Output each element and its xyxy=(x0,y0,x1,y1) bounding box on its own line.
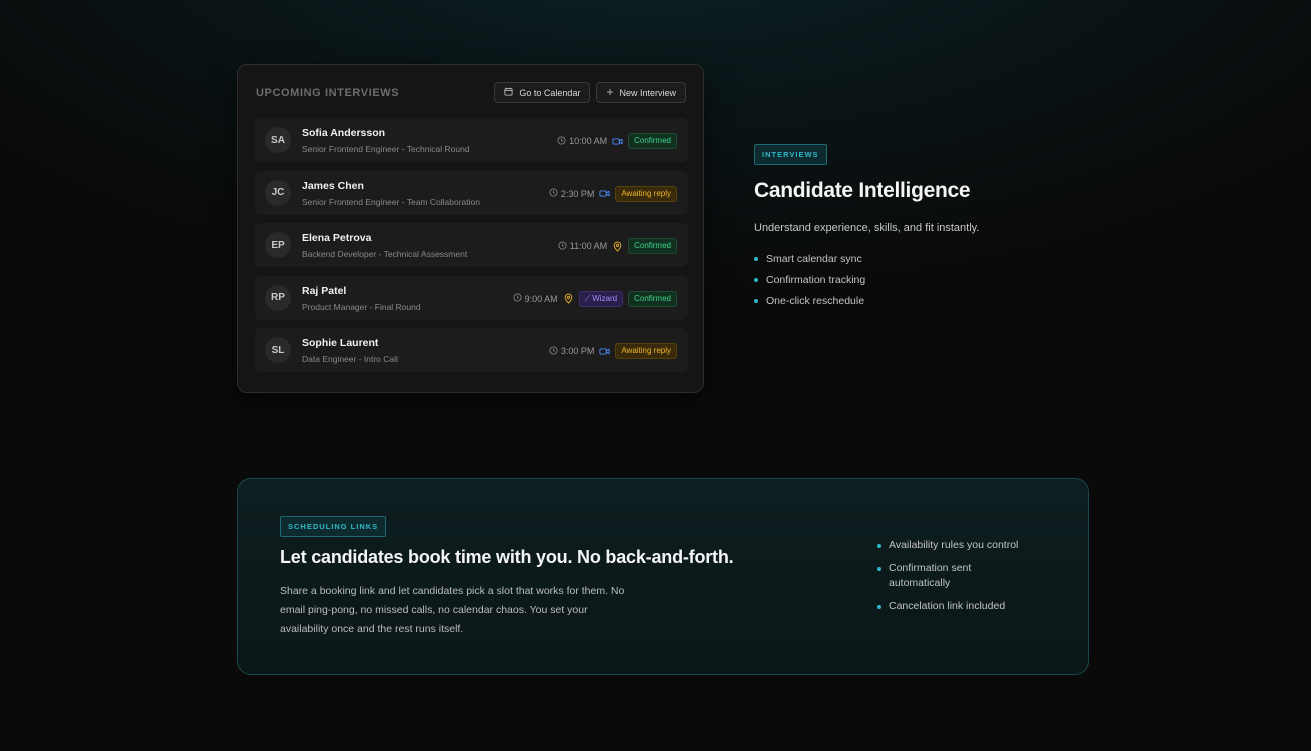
status-badge: Confirmed xyxy=(628,238,677,255)
time-label: 3:00 PM xyxy=(560,346,595,357)
wand-icon: ⟋ xyxy=(584,293,591,303)
status-badge: Confirmed xyxy=(628,290,677,307)
wizard-badge: ⟋ Wizard xyxy=(578,290,624,307)
avatar: JC xyxy=(265,179,291,206)
list-item: Cancelation link included xyxy=(877,599,1027,614)
interview-row[interactable]: SA Sofia Andersson Senior Frontend Engin… xyxy=(255,118,688,162)
interview-meta: 10:00 AM Confirmed xyxy=(557,133,677,149)
interview-meta: 2:30 PM Awaiting reply xyxy=(549,185,677,202)
bullet-dot-icon xyxy=(877,567,881,571)
scheduling-feature-list: Availability rules you control Confirmat… xyxy=(877,538,1027,622)
time-label: 11:00 AM xyxy=(569,241,608,252)
list-item: Confirmation tracking xyxy=(754,274,865,286)
status-badge: Confirmed xyxy=(628,133,677,149)
list-item-label: One-click reschedule xyxy=(766,295,865,307)
feature-list: Smart calendar sync Confirmation trackin… xyxy=(754,253,865,316)
avatar: SA xyxy=(265,127,291,153)
interview-time: 11:00 AM xyxy=(558,241,607,252)
time-label: 10:00 AM xyxy=(569,136,608,146)
time-label: 9:00 AM xyxy=(524,293,558,304)
list-item-label: Confirmation sent automatically xyxy=(889,562,972,589)
location-pin-icon xyxy=(612,241,623,252)
interview-meta: 11:00 AM Confirmed xyxy=(558,238,677,255)
avatar: SL xyxy=(265,337,291,364)
interview-time: 3:00 PM xyxy=(549,346,595,357)
interviews-tag: INTERVIEWS xyxy=(754,144,827,165)
wizard-label: Wizard xyxy=(592,293,618,303)
clock-icon xyxy=(549,346,558,357)
candidate-name: Sophie Laurent xyxy=(302,337,379,350)
new-interview-label: New Interview xyxy=(619,87,676,98)
interview-time: 2:30 PM xyxy=(549,188,595,199)
bullet-dot-icon xyxy=(754,257,758,261)
list-item-label: Availability rules you control xyxy=(889,539,1019,551)
page: UPCOMING INTERVIEWS Go to Calendar + New… xyxy=(0,0,1311,751)
scheduling-description: Share a booking link and let candidates … xyxy=(280,585,625,635)
go-to-calendar-label: Go to Calendar xyxy=(519,87,581,98)
calendar-icon xyxy=(504,87,513,98)
time-label: 2:30 PM xyxy=(560,188,595,199)
section-title: Candidate Intelligence xyxy=(754,179,971,202)
section-subtitle: Understand experience, skills, and fit i… xyxy=(754,222,980,234)
clock-icon xyxy=(549,188,558,199)
candidate-name: Raj Patel xyxy=(302,284,347,297)
plus-icon: + xyxy=(606,85,614,99)
interview-row[interactable]: JC James Chen Senior Frontend Engineer -… xyxy=(255,170,688,215)
video-icon xyxy=(599,346,610,357)
interview-meta: 9:00 AM ⟋ Wizard Confirmed xyxy=(513,290,677,307)
list-item-label: Cancelation link included xyxy=(889,600,1006,612)
card-actions: Go to Calendar + New Interview xyxy=(494,82,686,103)
go-to-calendar-button[interactable]: Go to Calendar xyxy=(494,82,591,103)
interview-list: SA Sofia Andersson Senior Frontend Engin… xyxy=(255,118,688,381)
card-title: UPCOMING INTERVIEWS xyxy=(256,87,400,99)
interview-row[interactable]: RP Raj Patel Product Manager - Final Rou… xyxy=(255,275,688,320)
list-item-label: Smart calendar sync xyxy=(766,253,862,265)
candidate-role: Data Engineer - Intro Call xyxy=(302,354,398,365)
candidate-role: Senior Frontend Engineer - Technical Rou… xyxy=(302,144,470,154)
avatar: RP xyxy=(265,284,291,311)
interview-row[interactable]: SL Sophie Laurent Data Engineer - Intro … xyxy=(255,328,688,373)
interview-row[interactable]: EP Elena Petrova Backend Developer - Tec… xyxy=(255,223,688,268)
interview-time: 9:00 AM xyxy=(513,293,558,304)
list-item: Confirmation sent automatically xyxy=(877,561,1027,591)
scheduling-tag: SCHEDULING LINKS xyxy=(280,516,387,537)
location-pin-icon xyxy=(563,293,574,305)
list-item: One-click reschedule xyxy=(754,295,865,307)
clock-icon xyxy=(557,135,566,147)
video-icon xyxy=(599,188,610,199)
list-item: Smart calendar sync xyxy=(754,253,865,265)
status-badge: Awaiting reply xyxy=(615,185,677,202)
list-item: Availability rules you control xyxy=(877,538,1027,553)
clock-icon xyxy=(513,293,522,304)
scheduling-links-card: SCHEDULING LINKS Let candidates book tim… xyxy=(237,478,1089,675)
list-item-label: Confirmation tracking xyxy=(766,274,866,286)
new-interview-button[interactable]: + New Interview xyxy=(596,82,686,103)
bullet-dot-icon xyxy=(754,299,758,303)
interview-meta: 3:00 PM Awaiting reply xyxy=(549,343,677,360)
interview-time: 10:00 AM xyxy=(557,135,608,147)
upcoming-interviews-card: UPCOMING INTERVIEWS Go to Calendar + New… xyxy=(237,64,704,393)
avatar: EP xyxy=(265,232,291,259)
status-badge: Awaiting reply xyxy=(615,343,677,360)
candidate-name: Sofia Andersson xyxy=(302,127,386,139)
bullet-dot-icon xyxy=(754,278,758,282)
clock-icon xyxy=(558,241,567,252)
bullet-dot-icon xyxy=(877,605,881,609)
candidate-role: Senior Frontend Engineer - Team Collabor… xyxy=(302,196,480,207)
candidate-role: Backend Developer - Technical Assessment xyxy=(302,249,468,260)
candidate-name: James Chen xyxy=(302,179,364,192)
scheduling-title: Let candidates book time with you. No ba… xyxy=(280,547,734,567)
candidate-role: Product Manager - Final Round xyxy=(302,301,421,312)
bullet-dot-icon xyxy=(877,544,881,548)
candidate-name: Elena Petrova xyxy=(302,232,372,245)
video-icon xyxy=(612,136,623,147)
